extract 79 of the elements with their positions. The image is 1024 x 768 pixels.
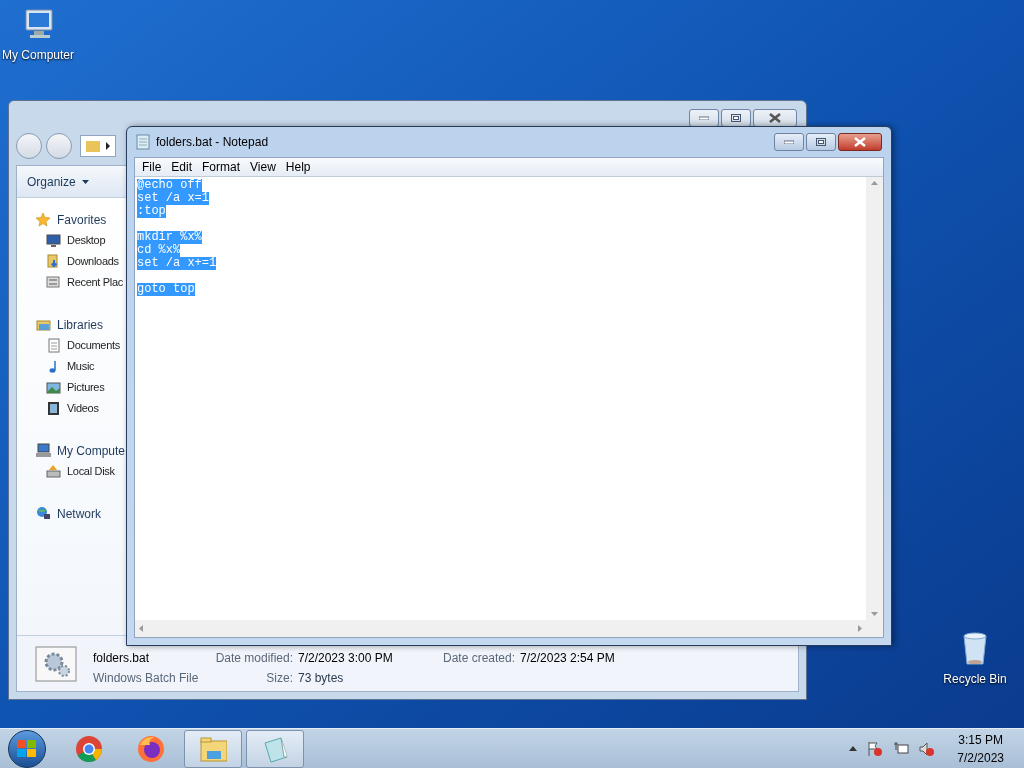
created-label: Date created: — [443, 649, 516, 667]
file-name: folders.bat — [93, 649, 151, 667]
disk-icon — [46, 464, 61, 479]
scroll-right-icon[interactable] — [858, 625, 862, 632]
scroll-left-icon[interactable] — [139, 625, 143, 632]
firefox-icon — [137, 734, 165, 763]
notepad-icon — [136, 134, 150, 150]
close-icon — [769, 113, 781, 123]
sidebar-item[interactable]: Desktop — [67, 232, 106, 249]
taskbar-button[interactable] — [184, 729, 242, 768]
address-bar[interactable] — [80, 135, 116, 157]
close-button[interactable] — [753, 109, 797, 127]
computer-icon — [36, 443, 51, 458]
sidebar-group[interactable]: My Compute — [57, 441, 126, 460]
maximize-button[interactable] — [721, 109, 751, 127]
minimize-button[interactable] — [689, 109, 719, 127]
video-icon — [46, 401, 61, 416]
document-icon — [46, 338, 61, 353]
sidebar-item[interactable]: Downloads — [67, 253, 119, 270]
created-value: 7/2/2023 2:54 PM — [520, 649, 615, 667]
flag-icon[interactable] — [867, 740, 884, 757]
desktop-icon-label[interactable]: My Computer — [2, 46, 74, 64]
desktop-icon — [46, 233, 61, 248]
sidebar-item[interactable]: Local Disk — [67, 463, 115, 480]
speaker-icon[interactable] — [919, 740, 936, 757]
minimize-icon — [699, 116, 709, 120]
gear-icon — [35, 645, 77, 682]
maximize-button[interactable] — [806, 133, 836, 151]
start-button[interactable] — [8, 729, 46, 768]
horizontal-scrollbar[interactable] — [135, 620, 866, 637]
chevron-icon — [105, 142, 111, 150]
back-button[interactable] — [16, 133, 42, 159]
clock-time[interactable]: 3:15 PM — [958, 730, 1003, 749]
close-button[interactable] — [838, 133, 882, 151]
maximize-icon — [816, 138, 826, 146]
sidebar-group[interactable]: Libraries — [57, 315, 104, 334]
sidebar-item[interactable]: Recent Plac — [67, 274, 123, 291]
network-icon — [36, 506, 51, 521]
desktop-icon-label[interactable]: Recycle Bin — [943, 670, 1007, 688]
size-value: 73 bytes — [298, 669, 344, 687]
download-icon — [46, 254, 61, 269]
sidebar-item[interactable]: Music — [67, 358, 95, 375]
maximize-icon — [731, 114, 741, 122]
sidebar-item[interactable]: Documents — [67, 337, 120, 354]
sidebar-item[interactable]: Pictures — [67, 379, 105, 396]
menu-item[interactable]: View — [245, 158, 281, 176]
modified-label: Date modified: — [214, 649, 293, 667]
windows-logo-icon — [17, 739, 37, 758]
explorer-icon — [199, 734, 227, 763]
organize-button[interactable]: Organize — [27, 172, 89, 191]
network-icon[interactable] — [893, 740, 910, 757]
caret-icon — [81, 179, 89, 184]
window-title: folders.bat - Notepad — [156, 134, 270, 151]
sidebar-item[interactable]: Videos — [67, 400, 99, 417]
menu-item[interactable]: Edit — [166, 158, 198, 176]
minimize-icon — [784, 140, 794, 144]
vertical-scrollbar[interactable] — [866, 177, 883, 620]
scroll-up-icon[interactable] — [871, 181, 878, 185]
star-icon — [36, 212, 51, 227]
notepad-icon — [261, 734, 289, 763]
size-label: Size: — [265, 669, 293, 687]
modified-value: 7/2/2023 3:00 PM — [298, 649, 394, 667]
scroll-down-icon[interactable] — [871, 612, 878, 616]
chrome-icon — [75, 734, 103, 763]
menu-item[interactable]: File — [137, 158, 167, 176]
up-arrow-icon[interactable] — [849, 746, 858, 751]
close-icon — [854, 137, 866, 147]
folder-icon — [85, 139, 101, 153]
menu-item[interactable]: Format — [197, 158, 246, 176]
sidebar-group[interactable]: Favorites — [57, 210, 107, 229]
clock-date[interactable]: 7/2/2023 — [957, 748, 1004, 767]
file-type: Windows Batch File — [93, 669, 200, 687]
sidebar-group[interactable]: Network — [57, 504, 101, 523]
recent-icon — [46, 275, 61, 290]
taskbar-button[interactable] — [246, 729, 304, 768]
library-icon — [36, 317, 51, 332]
forward-button[interactable] — [46, 133, 72, 159]
menu-item[interactable]: Help — [280, 158, 316, 176]
picture-icon — [46, 380, 61, 395]
